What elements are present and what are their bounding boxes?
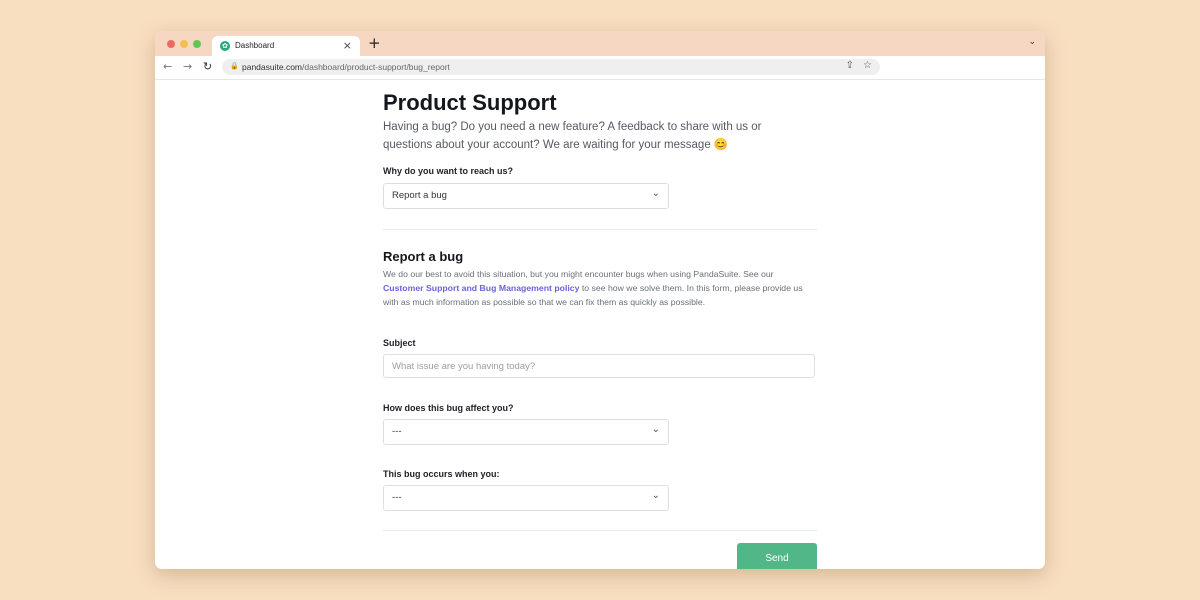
minimize-window-button[interactable] [180,40,188,48]
chevron-down-icon: ⌄ [651,188,660,199]
form-divider [383,530,817,531]
tab-close-icon[interactable]: × [343,39,352,52]
url-text[interactable]: pandasuite.com/dashboard/product-support… [242,62,450,72]
share-icon[interactable]: ⇪ [846,60,854,71]
affect-select[interactable]: --- ⌄ [383,419,669,445]
occurs-select[interactable]: --- ⌄ [383,485,669,511]
browser-toolbar: ← → ↻ 🔒 pandasuite.com/dashboard/product… [155,56,1045,80]
close-window-button[interactable] [167,40,175,48]
chevron-down-icon: ⌄ [651,490,660,501]
reason-select-value: Report a bug [392,190,447,201]
lock-icon: 🔒 [230,62,239,70]
forward-icon[interactable]: → [183,60,192,73]
section-divider [383,229,817,230]
occurs-label: This bug occurs when you: [383,469,500,479]
desc-text-before: We do our best to avoid this situation, … [383,269,774,279]
send-button[interactable]: Send [737,543,817,569]
policy-link[interactable]: Customer Support and Bug Management poli… [383,283,579,293]
affect-label: How does this bug affect you? [383,403,514,413]
occurs-select-value: --- [392,492,402,503]
tab-title: Dashboard [235,41,275,50]
section-title: Report a bug [383,249,464,264]
page-title: Product Support [383,90,557,115]
new-tab-button[interactable]: + [368,34,381,52]
subject-label: Subject [383,338,416,348]
page-content: Product Support Having a bug? Do you nee… [155,80,1045,569]
back-icon[interactable]: ← [163,60,172,73]
chevron-down-icon: ⌄ [651,424,660,435]
section-description: We do our best to avoid this situation, … [383,267,815,309]
url-path: /dashboard/product-support/bug_report [302,62,450,72]
browser-window: ✿ Dashboard × + ⌄ ← → ↻ 🔒 pandasuite.com… [155,31,1045,569]
favicon-icon: ✿ [220,41,230,51]
affect-select-value: --- [392,426,402,437]
address-bar[interactable]: 🔒 pandasuite.com/dashboard/product-suppo… [222,59,880,75]
subject-input[interactable] [383,354,815,378]
star-icon[interactable]: ☆ [863,60,872,71]
tab-dashboard[interactable]: ✿ Dashboard × [212,36,360,56]
reason-select[interactable]: Report a bug ⌄ [383,183,669,209]
maximize-window-button[interactable] [193,40,201,48]
tab-search-icon[interactable]: ⌄ [1028,37,1036,47]
tab-bar: ✿ Dashboard × + ⌄ [155,31,1045,56]
url-host: pandasuite.com [242,62,303,72]
reason-label: Why do you want to reach us? [383,166,514,176]
page-intro: Having a bug? Do you need a new feature?… [383,121,762,151]
reload-icon[interactable]: ↻ [203,60,212,73]
